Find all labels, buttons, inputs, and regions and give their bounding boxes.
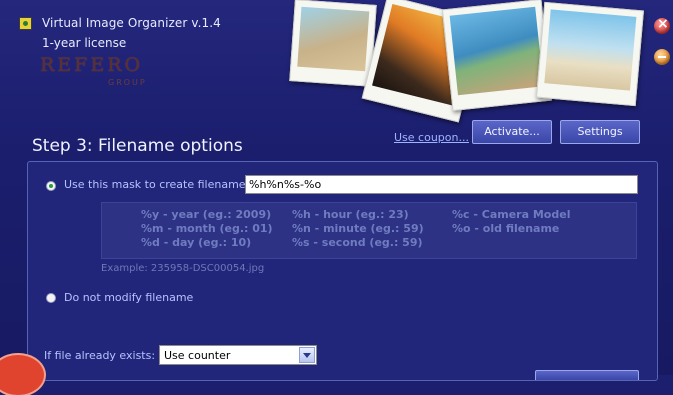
logo-wordmark: REFERO (40, 54, 144, 76)
hint-second: %s - second (eg.: 59) (292, 236, 423, 249)
mask-radio-label[interactable]: Use this mask to create filename: (64, 178, 249, 191)
minimize-icon[interactable] (654, 49, 670, 65)
no-modify-radio[interactable] (46, 293, 56, 303)
activate-button[interactable]: Activate... (472, 120, 552, 144)
hint-day: %d - day (eg.: 10) (141, 236, 252, 249)
no-modify-radio-label[interactable]: Do not modify filename (64, 291, 193, 304)
beach-photo (289, 0, 377, 87)
license-label: 1-year license (42, 36, 127, 50)
example-filename: Example: 235958-DSC00054.jpg (101, 263, 265, 274)
file-exists-value: Use counter (164, 349, 231, 362)
step-title: Step 3: Filename options (32, 136, 243, 156)
chevron-down-icon[interactable] (299, 347, 315, 363)
app-title: Virtual Image Organizer v.1.4 (42, 16, 221, 30)
close-icon[interactable] (654, 16, 670, 34)
hint-old-filename: %o - old filename (452, 222, 560, 235)
logo-subtitle: GROUP (108, 78, 147, 87)
beach-chairs-photo (536, 1, 644, 107)
hint-minute: %n - minute (eg.: 59) (292, 222, 424, 235)
mask-radio[interactable] (46, 181, 56, 191)
hint-camera-model: %c - Camera Model (452, 208, 571, 221)
use-coupon-link[interactable]: Use coupon... (394, 131, 469, 144)
app-icon (19, 17, 32, 30)
app-window: Virtual Image Organizer v.1.4 1-year lic… (0, 0, 673, 395)
hint-month: %m - month (eg.: 01) (141, 222, 273, 235)
file-exists-label: If file already exists: (44, 349, 156, 362)
filename-mask-input[interactable] (245, 175, 638, 194)
hint-hour: %h - hour (eg.: 23) (292, 208, 409, 221)
hint-year: %y - year (eg.: 2009) (141, 208, 272, 221)
mask-hints-box: %y - year (eg.: 2009) %m - month (eg.: 0… (101, 202, 637, 259)
help-badge-icon[interactable] (0, 355, 44, 395)
partial-button[interactable] (535, 370, 639, 380)
settings-button[interactable]: Settings (560, 120, 640, 144)
refero-logo: REFERO GROUP (40, 54, 170, 94)
file-exists-select[interactable]: Use counter (159, 345, 317, 365)
